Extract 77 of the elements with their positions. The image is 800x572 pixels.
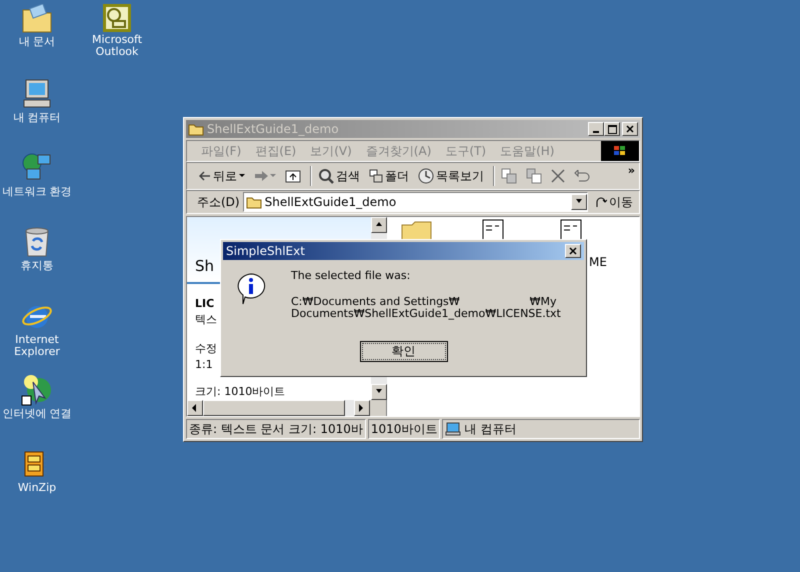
go-button[interactable]: 이동 xyxy=(591,193,637,211)
triangle-icon xyxy=(375,221,383,229)
caret-icon xyxy=(270,174,276,178)
folders-button[interactable]: 폴더 xyxy=(369,167,409,185)
desktop-icon-label[interactable]: 휴지통 xyxy=(2,260,72,272)
modified-time: 1:1 xyxy=(195,357,213,373)
move-to-icon xyxy=(501,168,517,184)
desktop-icon-label[interactable]: 네트워크 환경 xyxy=(2,186,72,198)
more-button[interactable]: » xyxy=(628,162,635,180)
desktop-icon-label[interactable]: 인터넷에 연결 xyxy=(2,408,72,420)
copy-to-icon xyxy=(526,168,542,184)
scroll-thumb[interactable] xyxy=(203,400,345,416)
forward-arrow-icon xyxy=(254,171,268,181)
file-path: C:₩Documents and Settings₩ ₩My Documents₩ShellExtGuide1_demo₩LICENSE.txt xyxy=(291,296,561,320)
delete-button[interactable] xyxy=(551,169,565,183)
scrollbar-corner xyxy=(370,400,386,416)
scroll-up-button[interactable] xyxy=(371,217,387,233)
window-title: ShellExtGuide1_demo xyxy=(207,121,340,138)
back-button[interactable]: 뒤로 xyxy=(199,167,245,185)
desktop-icon-label[interactable]: WinZip xyxy=(2,482,72,494)
clock-icon xyxy=(418,168,434,184)
scroll-down-button[interactable] xyxy=(371,384,387,400)
copy-button[interactable] xyxy=(526,168,542,184)
address-field[interactable]: ShellExtGuide1_demo xyxy=(242,192,588,212)
folders-icon xyxy=(369,169,383,183)
desktop-icon-label[interactable]: Microsoft Outlook xyxy=(82,34,152,58)
up-button[interactable] xyxy=(285,169,301,183)
modified-label: 수정 xyxy=(195,340,217,356)
maximize-icon xyxy=(608,124,616,134)
undo-icon xyxy=(574,170,590,182)
file-size: 크기: 1010바이트 xyxy=(195,384,286,400)
status-bar-section: 종류: 텍스트 문서 크기: 1010바 xyxy=(186,419,366,439)
ok-button[interactable]: 확인 xyxy=(360,341,448,362)
search-button[interactable]: 검색 xyxy=(318,167,360,185)
file-name: LIC xyxy=(195,296,214,312)
folder-icon xyxy=(188,122,204,136)
search-icon xyxy=(318,168,334,184)
scroll-right-button[interactable] xyxy=(354,400,370,416)
pane-title: Sh xyxy=(195,256,214,277)
folder-up-icon xyxy=(285,169,301,183)
clock-envelope-icon xyxy=(103,4,131,32)
dialog-title: SimpleShlExt xyxy=(226,243,306,260)
desktop-icon-label[interactable]: 내 컴퓨터 xyxy=(2,112,72,124)
status-bar-section: 내 컴퓨터 xyxy=(442,419,640,439)
recycle-bin-icon xyxy=(23,226,51,258)
file-label[interactable]: ME xyxy=(589,253,607,271)
triangle-icon xyxy=(358,404,366,412)
back-arrow-icon xyxy=(199,171,211,181)
folder-icon xyxy=(21,4,53,34)
move-button[interactable] xyxy=(501,168,517,184)
maximize-button[interactable] xyxy=(604,122,620,136)
minimize-button[interactable] xyxy=(588,122,604,136)
status-bar-section: 1010바이트 xyxy=(368,419,440,439)
computer-icon xyxy=(21,78,53,110)
history-button[interactable]: 목록보기 xyxy=(418,167,484,185)
windows-logo-icon xyxy=(601,141,639,161)
folder-icon xyxy=(246,196,262,208)
caret-icon xyxy=(239,174,245,178)
close-icon xyxy=(626,125,634,133)
close-icon xyxy=(569,247,577,255)
dialog-message: The selected file was: xyxy=(291,268,412,284)
dropdown-button[interactable] xyxy=(571,194,587,210)
close-button[interactable] xyxy=(622,122,638,136)
close-button[interactable] xyxy=(565,244,581,258)
desktop-icon-label[interactable]: 내 문서 xyxy=(2,36,72,48)
undo-button[interactable] xyxy=(574,170,590,182)
scroll-left-button[interactable] xyxy=(187,400,203,416)
horizontal-scrollbar[interactable] xyxy=(187,400,386,416)
file-type: 텍스 xyxy=(195,312,217,328)
address-label: 주소(D) xyxy=(197,194,240,211)
triangle-icon xyxy=(191,404,199,412)
delete-icon xyxy=(551,169,565,183)
globe-arrow-icon xyxy=(21,374,53,406)
computer-icon xyxy=(445,422,462,436)
desktop-icon-label[interactable]: Internet Explorer xyxy=(2,334,72,358)
forward-button[interactable] xyxy=(254,171,276,181)
go-arrow-icon xyxy=(595,196,607,208)
